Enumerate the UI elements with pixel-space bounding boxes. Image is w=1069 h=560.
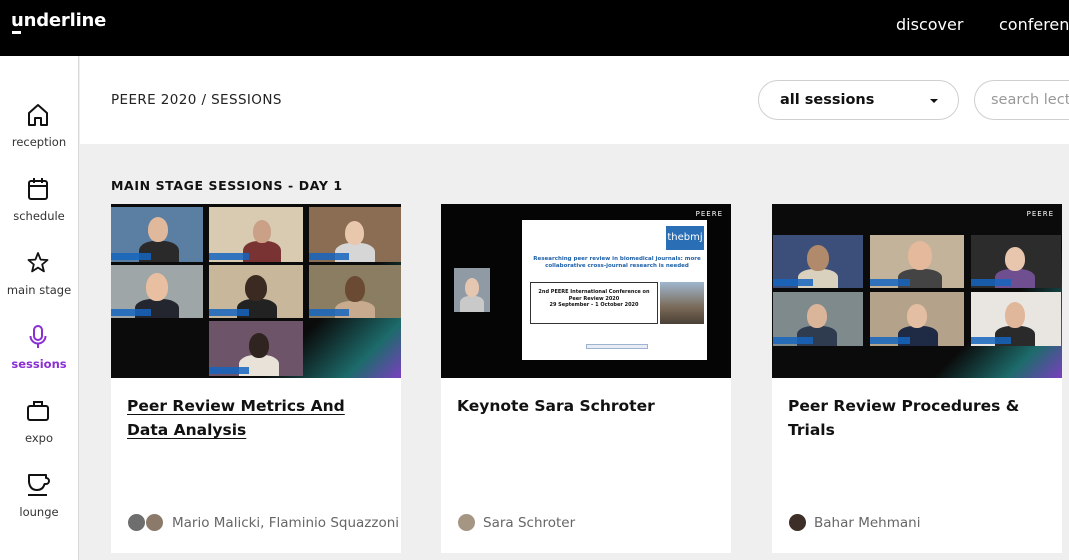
sidebar: reception schedule main stage sessions e… <box>0 56 79 560</box>
breadcrumb: PEERE 2020 / SESSIONS <box>111 92 282 108</box>
video-tile <box>209 321 303 376</box>
video-tile <box>454 268 490 312</box>
city-photo <box>660 282 704 324</box>
page-header: PEERE 2020 / SESSIONS all sessions <box>80 56 1069 144</box>
session-title[interactable]: Peer Review Metrics And Data Analysis <box>127 394 377 442</box>
video-tile <box>111 265 203 318</box>
briefcase-icon <box>27 401 49 421</box>
session-thumbnail[interactable] <box>111 204 401 378</box>
video-tile <box>773 235 863 288</box>
chevron-down-icon <box>930 99 938 103</box>
filter-selected-value: all sessions <box>780 92 875 108</box>
avatar <box>788 513 807 532</box>
sidebar-item-label: schedule <box>13 209 65 223</box>
slide-conference-line: 2nd PEERE International Conference on <box>538 289 650 295</box>
sidebar-item-reception[interactable]: reception <box>0 102 78 168</box>
sidebar-item-label: sessions <box>11 357 67 371</box>
video-tile <box>209 265 303 318</box>
bmj-logo: thebmj <box>666 226 704 250</box>
calendar-icon <box>28 178 48 200</box>
sidebar-item-sessions[interactable]: sessions <box>0 324 78 390</box>
sidebar-item-lounge[interactable]: lounge <box>0 472 78 538</box>
sidebar-item-main-stage[interactable]: main stage <box>0 250 78 316</box>
presentation-slide: thebmj Researching peer review in biomed… <box>522 220 707 360</box>
home-icon <box>28 104 48 126</box>
session-thumbnail[interactable]: PEERE thebmj Researching peer review in … <box>441 204 731 378</box>
session-card[interactable]: PEERE Peer Review Procedures & Trials Ba… <box>772 204 1062 553</box>
video-tile <box>870 235 964 288</box>
sidebar-item-label: reception <box>11 135 67 149</box>
sidebar-item-schedule[interactable]: schedule <box>0 176 78 242</box>
session-speakers: Mario Malicki, Flaminio Squazzoni <box>172 515 400 531</box>
top-bar: underline discover conferenc <box>0 0 1069 56</box>
video-tile <box>309 265 401 318</box>
video-tile <box>971 235 1061 288</box>
video-tile <box>209 207 303 262</box>
slide-caption <box>586 344 648 349</box>
slide-heading: Researching peer review in biomedical jo… <box>533 256 701 269</box>
sidebar-item-label: expo <box>24 431 53 445</box>
star-icon <box>27 252 49 273</box>
sidebar-item-label: lounge <box>19 505 59 519</box>
session-card[interactable]: PEERE thebmj Researching peer review in … <box>441 204 731 553</box>
session-title[interactable]: Keynote Sara Schroter <box>457 394 707 418</box>
peere-logo: PEERE <box>1026 210 1054 218</box>
section-title: MAIN STAGE SESSIONS - DAY 1 <box>111 178 343 193</box>
avatar <box>145 513 164 532</box>
avatar <box>127 513 146 532</box>
session-card[interactable]: Peer Review Metrics And Data Analysis Ma… <box>111 204 401 553</box>
slide-conference-box: 2nd PEERE International Conference on Pe… <box>530 282 658 324</box>
session-speakers: Bahar Mehmani <box>814 515 921 531</box>
underline-logo[interactable]: underline <box>11 10 106 31</box>
video-tile <box>773 292 863 346</box>
video-tile <box>971 292 1061 346</box>
sidebar-item-label: main stage <box>6 283 72 297</box>
video-tile <box>870 292 964 346</box>
peere-logo: PEERE <box>695 210 723 218</box>
sessions-filter-select[interactable]: all sessions <box>758 80 959 120</box>
session-title[interactable]: Peer Review Procedures & Trials <box>788 394 1038 442</box>
cup-icon <box>28 474 50 496</box>
session-speakers: Sara Schroter <box>483 515 576 531</box>
search-input[interactable] <box>974 80 1069 120</box>
session-thumbnail[interactable]: PEERE <box>772 204 1062 378</box>
nav-discover[interactable]: discover <box>896 15 963 34</box>
nav-conferences[interactable]: conferenc <box>999 15 1069 34</box>
avatar <box>457 513 476 532</box>
video-tile <box>309 207 401 262</box>
sidebar-item-expo[interactable]: expo <box>0 398 78 464</box>
logo-underline-mark <box>12 31 21 34</box>
video-tile <box>111 207 203 262</box>
slide-conference-dates: 29 September – 1 October 2020 <box>549 302 639 308</box>
microphone-icon <box>29 325 47 348</box>
